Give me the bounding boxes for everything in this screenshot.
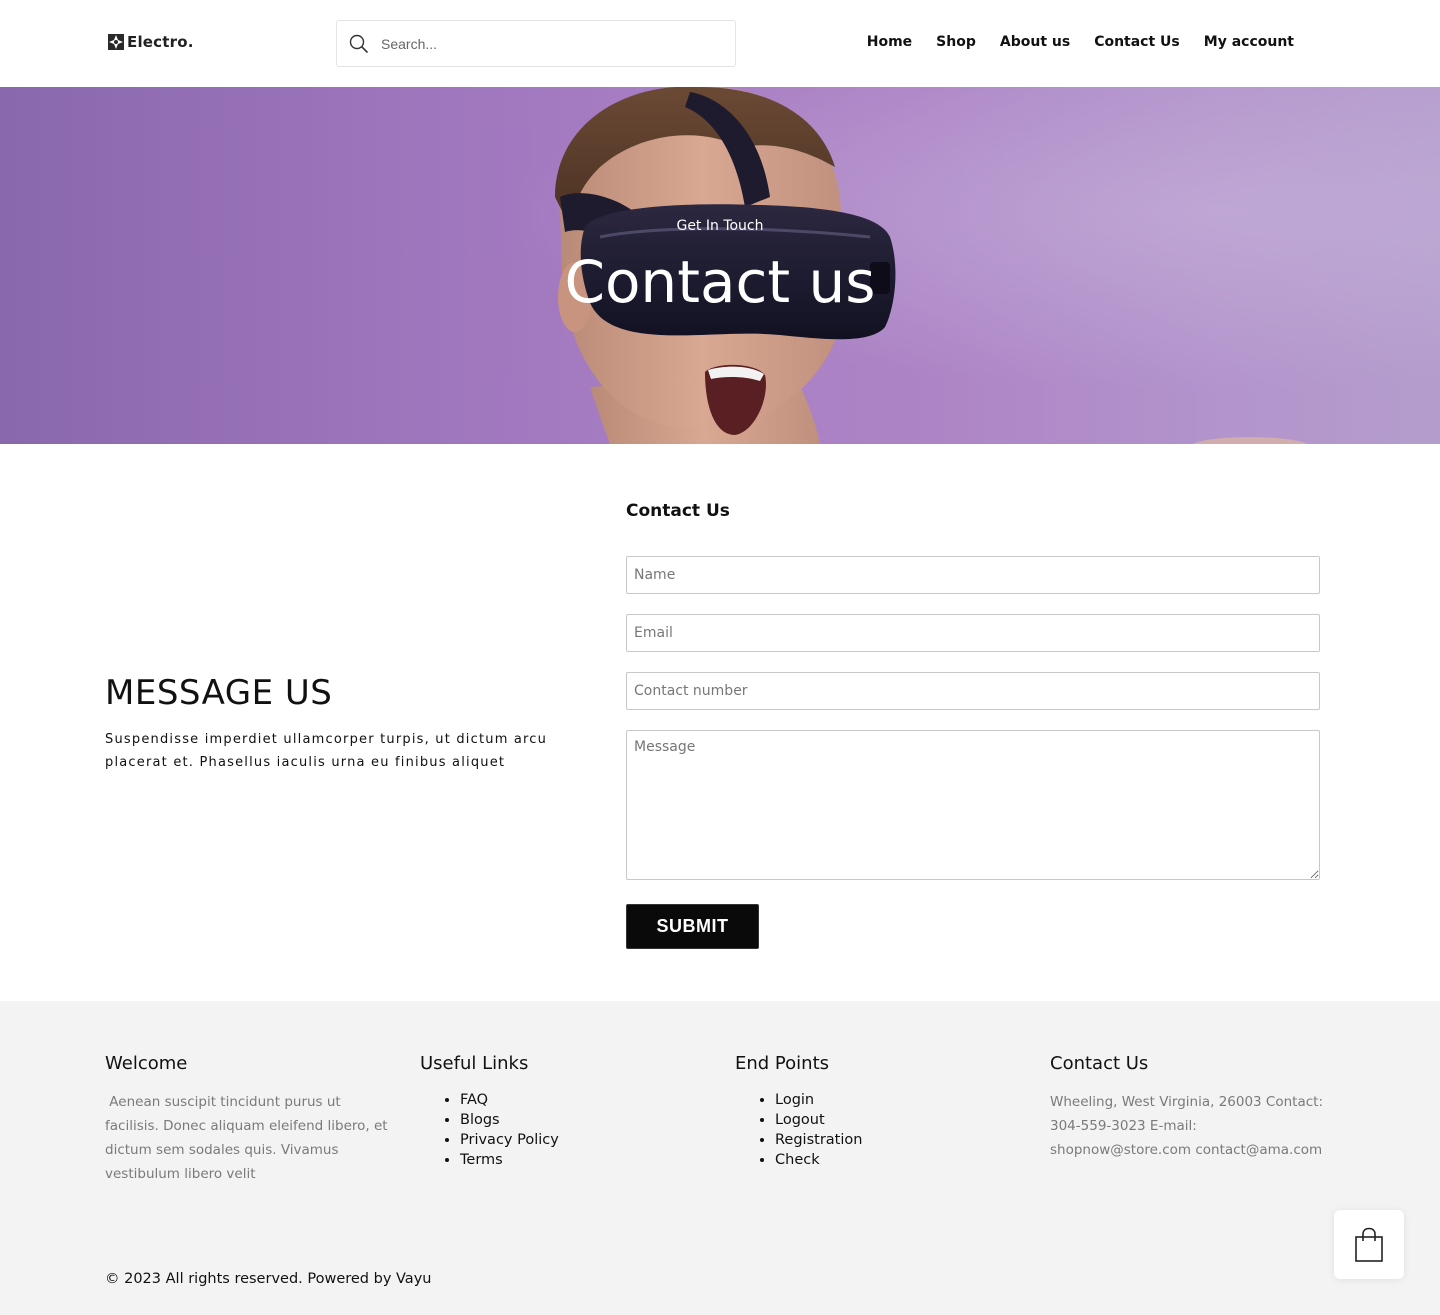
footer-welcome-text: Aenean suscipit tincidunt purus ut facil… <box>105 1094 388 1182</box>
footer-link-privacy-policy[interactable]: Privacy Policy <box>460 1130 720 1150</box>
nav-home[interactable]: Home <box>867 34 912 50</box>
name-field[interactable] <box>626 556 1320 594</box>
submit-button[interactable]: SUBMIT <box>626 904 759 949</box>
footer-link-login[interactable]: Login <box>775 1090 1035 1110</box>
footer-useful-links-title: Useful Links <box>420 1053 529 1074</box>
contact-form-title: Contact Us <box>626 501 730 521</box>
hero-banner: Get In Touch Contact us <box>0 87 1440 444</box>
logo-text: Electro. <box>127 33 194 51</box>
nav-shop[interactable]: Shop <box>936 34 976 50</box>
logo-icon <box>108 34 124 50</box>
hero-subtitle: Get In Touch <box>676 218 764 234</box>
main-nav: Home Shop About us Contact Us My account <box>867 34 1294 50</box>
footer-link-terms[interactable]: Terms <box>460 1150 720 1170</box>
footer-contact-text: Wheeling, West Virginia, 26003 Contact: … <box>1050 1094 1323 1158</box>
message-field[interactable] <box>626 730 1320 880</box>
footer-contact: Contact Us Wheeling, West Virginia, 2600… <box>1050 1053 1340 1162</box>
footer-link-faq[interactable]: FAQ <box>460 1090 720 1110</box>
footer-end-points: End Points Login Logout Registration Che… <box>735 1053 1035 1170</box>
footer-useful-links: Useful Links FAQ Blogs Privacy Policy Te… <box>420 1053 720 1170</box>
site-footer: Welcome Aenean suscipit tincidunt purus … <box>0 1001 1440 1315</box>
footer-end-points-title: End Points <box>735 1053 829 1074</box>
shopping-bag-icon <box>1355 1227 1383 1262</box>
footer-contact-title: Contact Us <box>1050 1053 1149 1074</box>
site-header: Electro. Home Shop About us Contact Us M… <box>0 0 1440 87</box>
contact-number-field[interactable] <box>626 672 1320 710</box>
footer-link-registration[interactable]: Registration <box>775 1130 1035 1150</box>
logo[interactable]: Electro. <box>107 33 194 51</box>
search-icon[interactable] <box>348 33 370 55</box>
cart-button[interactable] <box>1334 1210 1404 1279</box>
footer-link-blogs[interactable]: Blogs <box>460 1110 720 1130</box>
copyright: © 2023 All rights reserved. Powered by V… <box>105 1271 432 1287</box>
nav-my-account[interactable]: My account <box>1204 34 1294 50</box>
nav-about-us[interactable]: About us <box>1000 34 1070 50</box>
message-us-heading: MESSAGE US <box>105 673 333 713</box>
search-box[interactable] <box>336 20 736 67</box>
footer-link-check[interactable]: Check <box>775 1150 1035 1170</box>
message-us-text: Suspendisse imperdiet ullamcorper turpis… <box>105 732 548 770</box>
footer-link-logout[interactable]: Logout <box>775 1110 1035 1130</box>
search-input[interactable] <box>381 29 721 59</box>
footer-welcome-title: Welcome <box>105 1053 188 1074</box>
footer-welcome: Welcome Aenean suscipit tincidunt purus … <box>105 1053 395 1186</box>
email-field[interactable] <box>626 614 1320 652</box>
page-title: Contact us <box>564 248 876 316</box>
nav-contact-us[interactable]: Contact Us <box>1094 34 1180 50</box>
